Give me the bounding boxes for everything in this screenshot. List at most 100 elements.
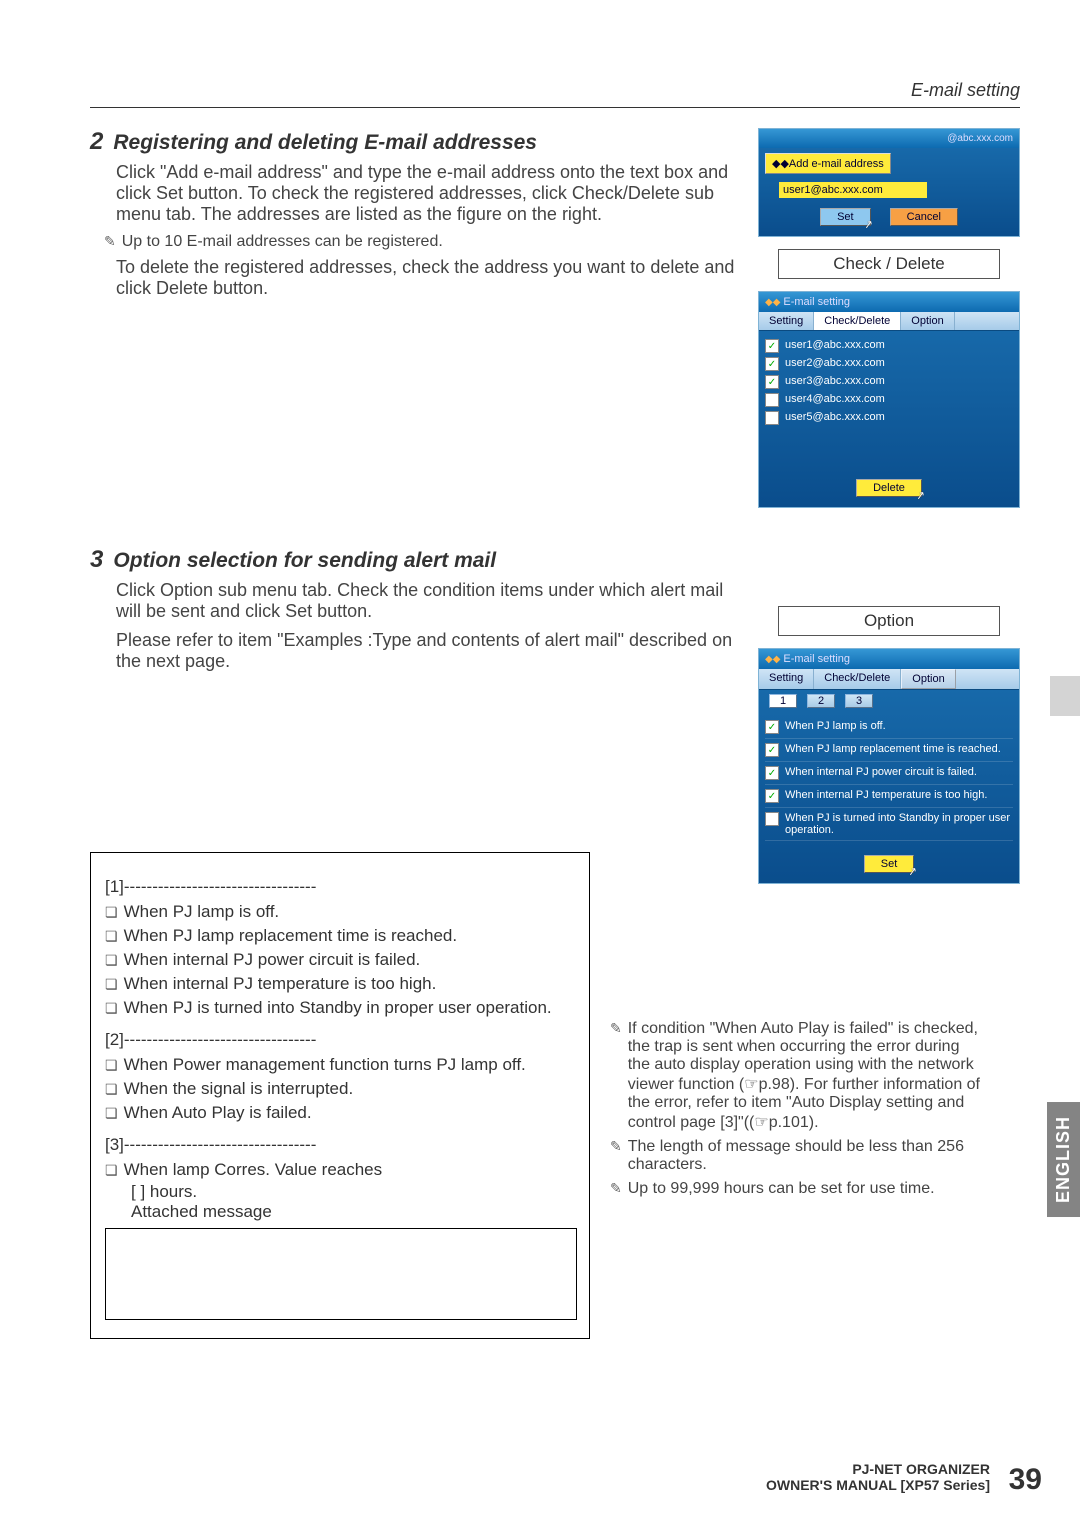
condition-checklist-box: [1]---------------------------------- Wh…: [90, 852, 590, 1339]
checklist-text: When PJ lamp is off.: [124, 902, 280, 922]
email-address: user2@abc.xxx.com: [785, 357, 885, 369]
bottom-note-2: The length of message should be less tha…: [628, 1138, 980, 1174]
checklist-text: When PJ lamp replacement time is reached…: [124, 926, 458, 946]
checkbox-icon[interactable]: [105, 950, 118, 970]
checkbox-icon[interactable]: [105, 1055, 118, 1075]
checkbox-icon[interactable]: ✓: [765, 789, 779, 803]
email-list-row: user5@abc.xxx.com: [765, 409, 1013, 427]
opt-panel-title: E-mail setting: [783, 653, 850, 665]
checklist-text: When Power management function turns PJ …: [124, 1055, 526, 1075]
checklist-item: When Auto Play is failed.: [105, 1101, 575, 1125]
email-list-row: ✓ user2@abc.xxx.com: [765, 355, 1013, 373]
checklist-text: When internal PJ power circuit is failed…: [124, 950, 421, 970]
subtab-1[interactable]: 1: [769, 694, 797, 708]
option-text: When internal PJ temperature is too high…: [785, 789, 987, 801]
checkbox-icon[interactable]: ✓: [765, 766, 779, 780]
section-number-3: 3: [90, 546, 103, 574]
group-1-head: [1]----------------------------------: [105, 877, 575, 897]
checkbox-icon[interactable]: [105, 1079, 118, 1099]
bottom-note-3: Up to 99,999 hours can be set for use ti…: [628, 1180, 935, 1198]
footer-line1: PJ-NET ORGANIZER: [766, 1461, 990, 1477]
option-text: When PJ is turned into Standby in proper…: [785, 812, 1013, 836]
add-email-titlebar: @abc.xxx.com: [759, 129, 1019, 148]
checklist-item: When the signal is interrupted.: [105, 1077, 575, 1101]
checklist-text: When Auto Play is failed.: [124, 1103, 312, 1123]
checkbox-icon[interactable]: [105, 926, 118, 946]
checkbox-icon[interactable]: ✓: [765, 339, 779, 353]
option-item: ✓ When internal PJ temperature is too hig…: [765, 787, 1013, 805]
checklist-text: When the signal is interrupted.: [124, 1079, 354, 1099]
checkbox-icon[interactable]: [765, 411, 779, 425]
checkbox-icon[interactable]: [765, 393, 779, 407]
section3-paragraph1: Click Option sub menu tab. Check the con…: [116, 580, 744, 622]
checklist-item: When Power management function turns PJ …: [105, 1053, 575, 1077]
option-text: When PJ lamp is off.: [785, 720, 886, 732]
tab-setting-2[interactable]: Setting: [759, 669, 814, 689]
subtab-3[interactable]: 3: [845, 694, 873, 708]
group3-item: When lamp Corres. Value reaches: [105, 1158, 575, 1182]
tab-setting[interactable]: Setting: [759, 312, 814, 330]
cd-panel-title: E-mail setting: [783, 296, 850, 308]
email-list-row: ✓ user3@abc.xxx.com: [765, 373, 1013, 391]
checklist-item: When internal PJ power circuit is failed…: [105, 948, 575, 972]
checkbox-icon[interactable]: [105, 1160, 118, 1180]
check-delete-label: Check / Delete: [778, 249, 1000, 279]
tab-option[interactable]: Option: [901, 312, 954, 330]
option-label: Option: [778, 606, 1000, 636]
page-header: E-mail setting: [90, 80, 1020, 108]
set-button-2[interactable]: Set: [864, 855, 915, 873]
set-button[interactable]: Set: [820, 208, 871, 226]
pencil-icon: [610, 1020, 622, 1038]
attached-message-area[interactable]: [105, 1228, 577, 1320]
email-address: user3@abc.xxx.com: [785, 375, 885, 387]
page-number: 39: [1009, 1463, 1042, 1497]
add-email-label: ◆◆Add e-mail address: [765, 153, 891, 174]
checklist-item: When internal PJ temperature is too high…: [105, 972, 575, 996]
checklist-item: When PJ lamp is off.: [105, 900, 575, 924]
checkbox-icon[interactable]: [105, 902, 118, 922]
checkbox-icon[interactable]: ✓: [765, 375, 779, 389]
checklist-text: When internal PJ temperature is too high…: [124, 974, 437, 994]
checkbox-icon[interactable]: [105, 1103, 118, 1123]
delete-button[interactable]: Delete: [856, 479, 922, 497]
tab-check-delete-2[interactable]: Check/Delete: [814, 669, 901, 689]
email-address: user5@abc.xxx.com: [785, 411, 885, 423]
pencil-icon: [610, 1138, 622, 1156]
email-input[interactable]: user1@abc.xxx.com: [779, 182, 927, 198]
email-list-row: user4@abc.xxx.com: [765, 391, 1013, 409]
option-window: ◆◆E-mail setting Setting Check/Delete Op…: [758, 648, 1020, 884]
email-address: user1@abc.xxx.com: [785, 339, 885, 351]
checkbox-icon[interactable]: ✓: [765, 743, 779, 757]
option-text: When PJ lamp replacement time is reached…: [785, 743, 1001, 755]
tab-check-delete[interactable]: Check/Delete: [814, 312, 901, 330]
option-item: ✓ When PJ lamp replacement time is reache…: [765, 741, 1013, 759]
section3-paragraph2: Please refer to item "Examples :Type and…: [116, 630, 744, 672]
group-2-head: [2]----------------------------------: [105, 1030, 575, 1050]
add-email-window: @abc.xxx.com ◆◆Add e-mail address user1@…: [758, 128, 1020, 237]
section-title-2: Registering and deleting E-mail addresse…: [113, 131, 537, 155]
group3-hours: [ ] hours.: [131, 1182, 575, 1202]
checkbox-icon[interactable]: [105, 998, 118, 1018]
checkbox-icon[interactable]: [765, 812, 779, 826]
option-item: ✓ When internal PJ power circuit is faile…: [765, 764, 1013, 782]
checklist-item: When PJ is turned into Standby in proper…: [105, 996, 575, 1020]
checkbox-icon[interactable]: ✓: [765, 720, 779, 734]
check-delete-window: ◆◆E-mail setting Setting Check/Delete Op…: [758, 291, 1020, 508]
tab-option-2[interactable]: Option: [901, 669, 955, 689]
checklist-item: When PJ lamp replacement time is reached…: [105, 924, 575, 948]
cancel-button[interactable]: Cancel: [890, 208, 958, 226]
option-item: When PJ is turned into Standby in proper…: [765, 810, 1013, 838]
pencil-icon: [104, 233, 116, 251]
group3-attach: Attached message: [131, 1202, 575, 1222]
bottom-note-1: If condition "When Auto Play is failed" …: [628, 1020, 980, 1132]
email-address: user4@abc.xxx.com: [785, 393, 885, 405]
bottom-notes: If condition "When Auto Play is failed" …: [610, 1020, 980, 1204]
language-tab: ENGLISH: [1047, 1102, 1080, 1217]
checkbox-icon[interactable]: ✓: [765, 357, 779, 371]
subtab-2[interactable]: 2: [807, 694, 835, 708]
section2-paragraph1: Click "Add e-mail address" and type the …: [116, 162, 744, 225]
checkbox-icon[interactable]: [105, 974, 118, 994]
option-text: When internal PJ power circuit is failed…: [785, 766, 977, 778]
group-3-head: [3]----------------------------------: [105, 1135, 575, 1155]
footer-line2: OWNER'S MANUAL [XP57 Series]: [766, 1477, 990, 1493]
